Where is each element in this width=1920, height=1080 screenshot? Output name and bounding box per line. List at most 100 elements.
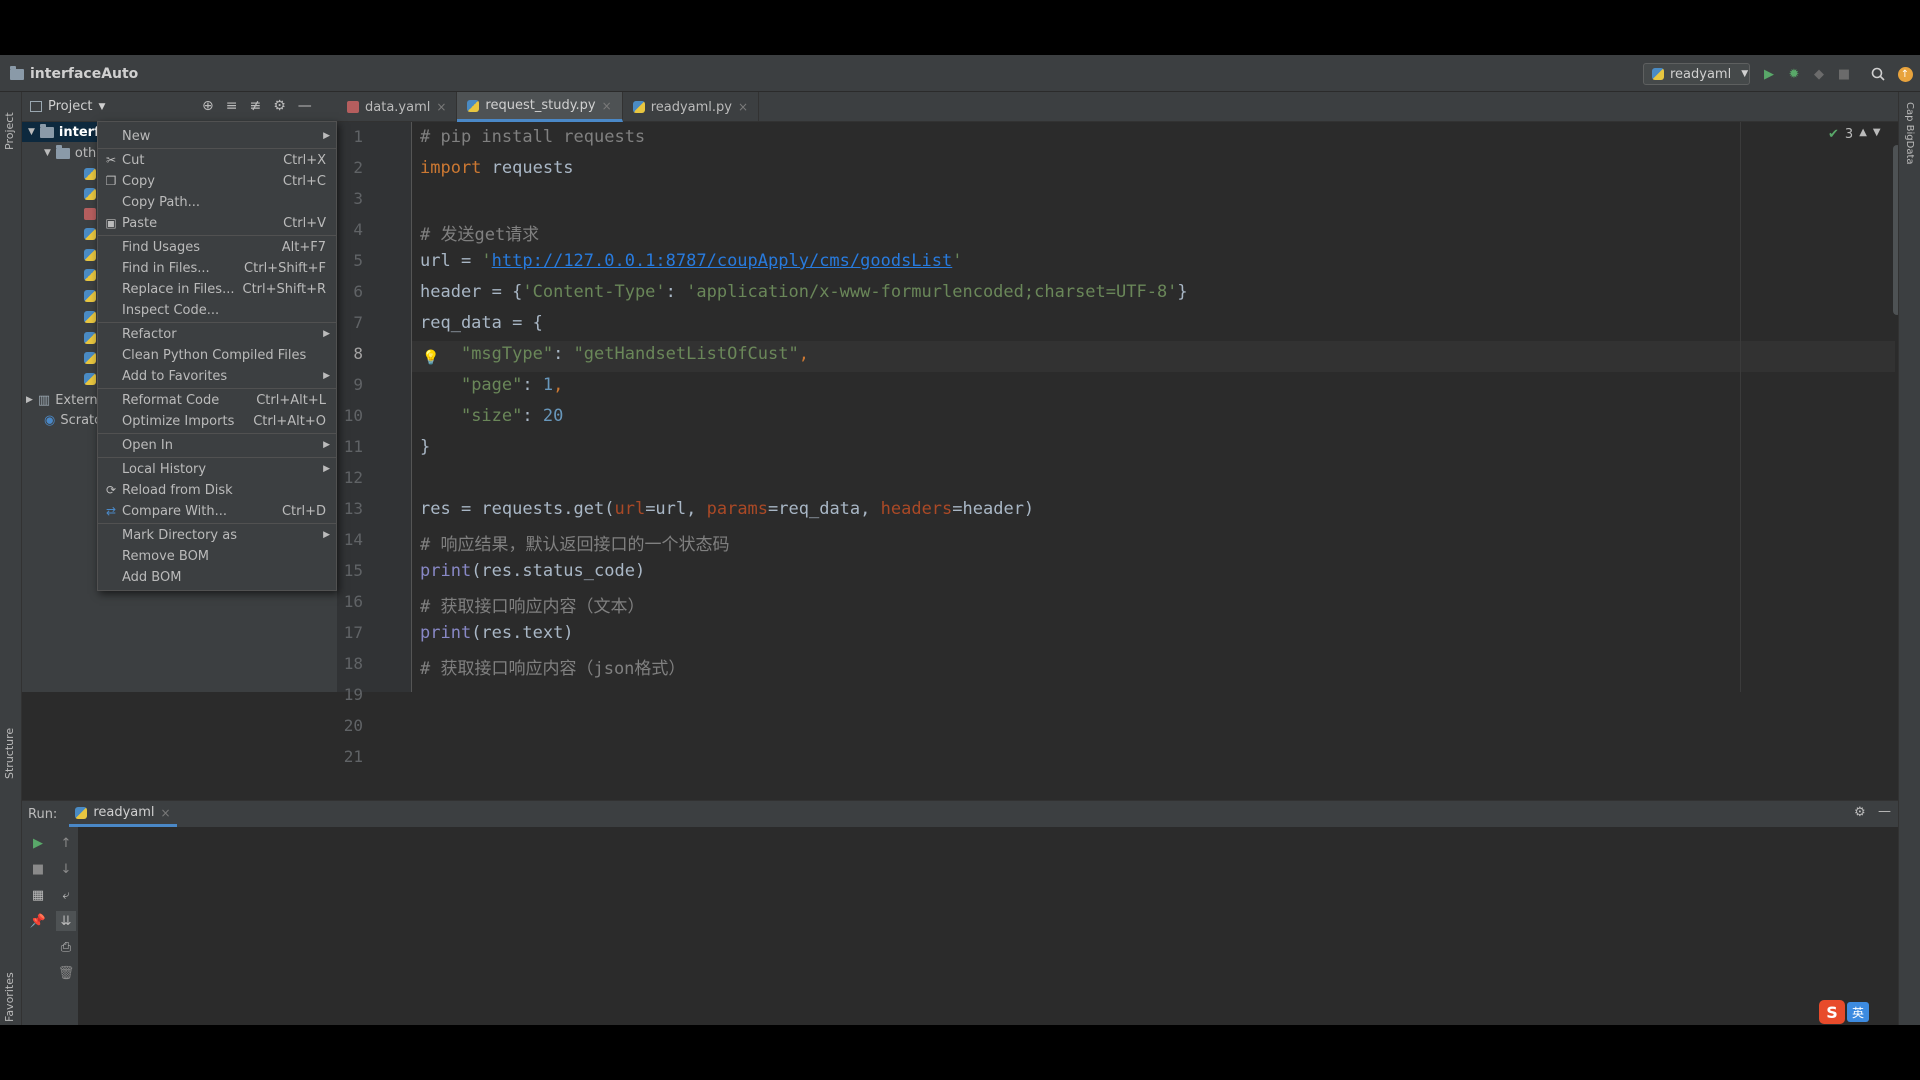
hide-icon[interactable]: — xyxy=(1878,804,1891,819)
python-file-icon xyxy=(84,249,96,261)
folder-icon xyxy=(55,144,70,159)
menu-item-copy[interactable]: ❐ Copy Ctrl+C xyxy=(98,171,336,191)
menu-item-remove-bom[interactable]: Remove BOM xyxy=(98,546,336,566)
menu-item-refactor[interactable]: Refactor ▶ xyxy=(98,324,336,344)
tab-readyaml[interactable]: readyaml.py × xyxy=(623,92,760,122)
tree-file[interactable] xyxy=(84,328,96,348)
search-icon[interactable] xyxy=(1868,64,1888,84)
tree-file[interactable] xyxy=(84,245,96,265)
chevron-down-icon[interactable]: ▼ xyxy=(1873,127,1881,142)
tree-item-external[interactable]: ▶ ▥ Extern xyxy=(26,390,98,410)
menu-item-copy-path[interactable]: Copy Path... xyxy=(98,192,336,212)
menu-item-optimize-imports[interactable]: Optimize Imports Ctrl+Alt+O xyxy=(98,411,336,431)
menu-item-shortcut: Ctrl+Alt+O xyxy=(253,413,326,429)
run-config-dropdown[interactable]: readyaml ▼ xyxy=(1643,63,1750,85)
tab-data-yaml[interactable]: data.yaml × xyxy=(337,92,458,122)
ime-indicator[interactable]: S 英 xyxy=(1819,1000,1873,1024)
tree-file[interactable] xyxy=(84,307,96,327)
close-icon[interactable]: × xyxy=(602,99,612,113)
tab-request-study[interactable]: request_study.py × xyxy=(457,92,623,122)
stop-icon[interactable]: ■ xyxy=(1834,64,1854,84)
menu-item-add-bom[interactable]: Add BOM xyxy=(98,567,336,587)
up-arrow-icon[interactable]: ↑ xyxy=(56,833,76,853)
expand-all-icon[interactable]: ≡ xyxy=(226,98,238,114)
bigdata-tool-tab[interactable]: Cap BigData xyxy=(1904,102,1915,165)
tree-item-child[interactable]: ▼ oth xyxy=(44,143,96,163)
menu-item-mark-directory-as[interactable]: Mark Directory as ▶ xyxy=(98,525,336,545)
code-editor[interactable]: # pip install requests import requests #… xyxy=(412,122,1895,692)
line-number: 12 xyxy=(343,468,363,487)
menu-item-shortcut: Ctrl+C xyxy=(282,173,326,189)
collapse-all-icon[interactable]: ≢ xyxy=(249,98,261,114)
code-line: "size": 20 xyxy=(460,406,564,426)
rerun-icon[interactable]: ▶ xyxy=(28,833,48,853)
project-title: interfaceAuto xyxy=(10,65,138,82)
line-number: 10 xyxy=(343,406,363,425)
down-arrow-icon[interactable]: ↓ xyxy=(56,859,76,879)
menu-item-paste[interactable]: ▣ Paste Ctrl+V xyxy=(98,213,336,233)
debug-icon[interactable]: ✹ xyxy=(1784,64,1804,84)
line-number: 6 xyxy=(353,282,363,301)
hide-icon[interactable]: — xyxy=(298,98,312,114)
menu-item-find-usages[interactable]: Find Usages Alt+F7 xyxy=(98,237,336,257)
menu-item-find-in-files[interactable]: Find in Files... Ctrl+Shift+F xyxy=(98,258,336,278)
tree-file[interactable] xyxy=(84,164,96,184)
tree-file[interactable] xyxy=(84,204,96,224)
locate-icon[interactable]: ⊕ xyxy=(202,98,214,114)
menu-item-clean-python-compiled-files[interactable]: Clean Python Compiled Files xyxy=(98,345,336,365)
update-icon[interactable]: ↑ xyxy=(1895,64,1915,84)
structure-tool-tab[interactable]: Structure xyxy=(3,728,16,779)
run-tab[interactable]: readyaml × xyxy=(69,801,177,827)
tree-file[interactable] xyxy=(84,348,96,368)
run-toolbar: ▶ ↑ ■ ↓ ⤶ ▦ ⇊ 📌 ⎙ 🗑 xyxy=(22,827,78,1025)
chevron-down-icon: ▼ xyxy=(44,148,51,158)
tree-file[interactable] xyxy=(84,369,96,389)
menu-item-add-to-favorites[interactable]: Add to Favorites ▶ xyxy=(98,366,336,386)
menu-item-replace-in-files[interactable]: Replace in Files... Ctrl+Shift+R xyxy=(98,279,336,299)
close-icon[interactable]: × xyxy=(738,100,748,114)
inspection-widget[interactable]: ✔ 3 ▲ ▼ xyxy=(1828,127,1881,142)
chevron-down-icon: ▼ xyxy=(98,101,106,112)
menu-item-compare-with[interactable]: ⇄ Compare With... Ctrl+D xyxy=(98,501,336,521)
project-tool-tab[interactable]: Project xyxy=(3,112,16,150)
soft-wrap-icon[interactable]: ⤶ xyxy=(56,885,76,905)
stop-icon[interactable]: ■ xyxy=(28,859,48,879)
tree-file[interactable] xyxy=(84,265,96,285)
print-icon[interactable]: ⎙ xyxy=(56,937,76,957)
code-line: "msgType": "getHandsetListOfCust", xyxy=(460,344,809,364)
close-icon[interactable]: × xyxy=(161,806,171,820)
line-number: 14 xyxy=(343,530,363,549)
menu-separator xyxy=(98,523,336,524)
line-number: 9 xyxy=(353,375,363,394)
tree-file[interactable] xyxy=(84,286,96,306)
gear-icon[interactable]: ⚙ xyxy=(1854,805,1866,820)
chevron-up-icon[interactable]: ▲ xyxy=(1859,127,1867,142)
tree-file[interactable] xyxy=(84,184,96,204)
project-view-selector[interactable]: Project xyxy=(48,99,92,114)
menu-item-local-history[interactable]: Local History ▶ xyxy=(98,459,336,479)
coverage-icon[interactable]: ◆ xyxy=(1809,64,1829,84)
menu-item-reformat-code[interactable]: Reformat Code Ctrl+Alt+L xyxy=(98,390,336,410)
favorites-tool-tab[interactable]: Favorites xyxy=(3,972,16,1022)
code-line: # pip install requests xyxy=(420,127,646,147)
menu-item-reload-from-disk[interactable]: ⟳ Reload from Disk xyxy=(98,480,336,500)
pin-icon[interactable]: 📌 xyxy=(28,911,48,931)
layout-icon[interactable]: ▦ xyxy=(28,885,48,905)
menu-item-label: Cut xyxy=(122,152,145,168)
project-panel-header: Project ▼ ⊕ ≡ ≢ ⚙ — xyxy=(22,92,337,122)
menu-item-cut[interactable]: ✂ Cut Ctrl+X xyxy=(98,150,336,170)
close-icon[interactable]: × xyxy=(436,100,446,114)
run-panel: Run: readyaml × ⚙ — ▶ ↑ ■ ↓ ⤶ ▦ ⇊ 📌 ⎙ 🗑 xyxy=(22,800,1898,1025)
menu-item-new[interactable]: New ▶ xyxy=(98,126,336,146)
gear-icon[interactable]: ⚙ xyxy=(273,98,286,114)
menu-item-open-in[interactable]: Open In ▶ xyxy=(98,435,336,455)
scroll-to-end-icon[interactable]: ⇊ xyxy=(56,911,76,931)
tree-item-label: oth xyxy=(74,145,97,161)
menu-item-inspect-code[interactable]: Inspect Code... xyxy=(98,300,336,320)
run-icon[interactable]: ▶ xyxy=(1759,64,1779,84)
tree-item-scratches[interactable]: ◉ Scratc xyxy=(44,410,101,430)
ime-language: 英 xyxy=(1847,1002,1869,1022)
tree-file[interactable] xyxy=(84,224,96,244)
project-panel-toolbar: ⊕ ≡ ≢ ⚙ — xyxy=(202,98,312,114)
trash-icon[interactable]: 🗑 xyxy=(56,963,76,983)
